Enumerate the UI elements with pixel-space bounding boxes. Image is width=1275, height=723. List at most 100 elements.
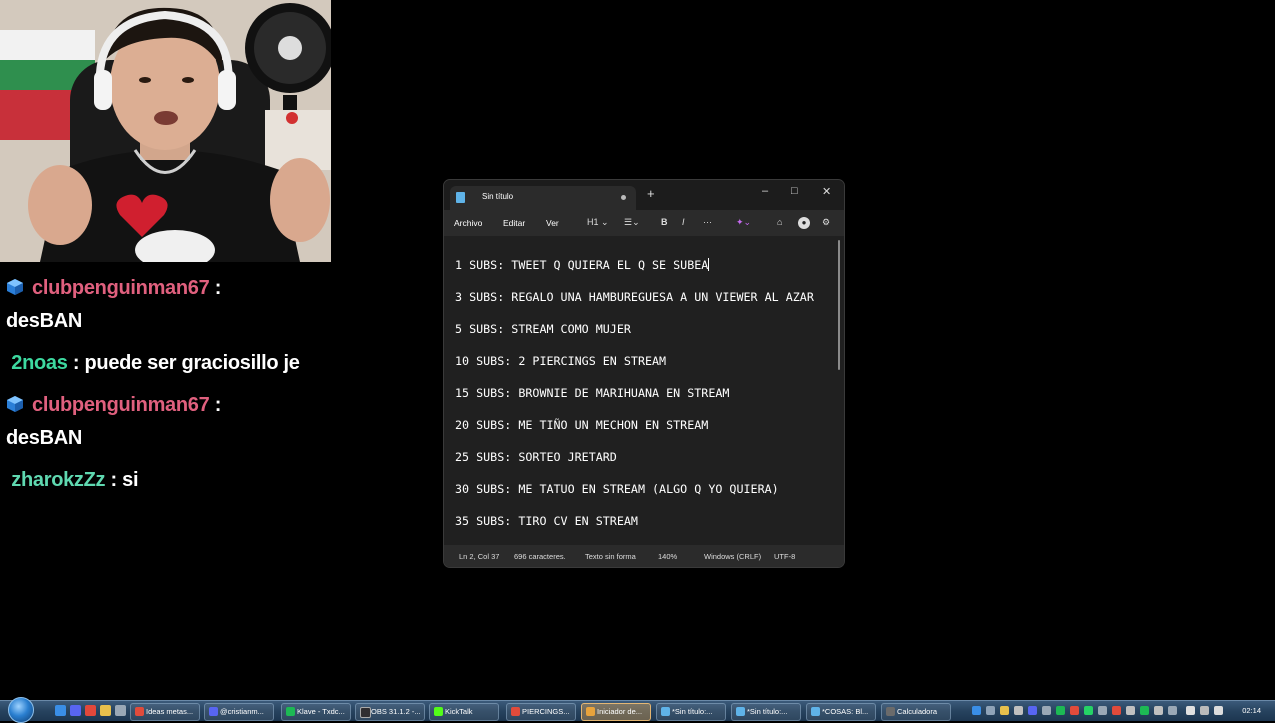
microphone-icon[interactable] [1186, 706, 1195, 715]
editor-line: 5 SUBS: STREAM COMO MUJER [455, 322, 631, 336]
chat-message: zharokzZz : si [6, 464, 326, 497]
chat-overlay: clubpenguinman67 : desBAN 2noas : puede … [6, 272, 326, 506]
notepad-icon [661, 707, 670, 716]
tray-icon[interactable] [1140, 706, 1149, 715]
text-editor[interactable]: 1 SUBS: TWEET Q QUIERA EL Q SE SUBEA 3 S… [444, 236, 844, 545]
bold-button[interactable]: B [661, 217, 668, 227]
tray-icon[interactable] [1126, 706, 1135, 715]
editor-line: 15 SUBS: BROWNIE DE MARIHUANA EN STREAM [455, 386, 730, 400]
chrome-icon[interactable] [85, 705, 96, 716]
editor-line: 30 SUBS: ME TATUO EN STREAM (ALGO Q YO Q… [455, 482, 779, 496]
start-button[interactable] [8, 697, 34, 723]
menu-file[interactable]: Archivo [454, 218, 482, 228]
chrome-icon [135, 707, 144, 716]
taskbar-button[interactable]: *COSAS: Bl... [806, 703, 876, 721]
notification-icon[interactable]: ⌂ [777, 217, 782, 227]
encoding[interactable]: UTF-8 [774, 552, 795, 561]
title-bar[interactable]: Sin título + – □ ✕ [444, 180, 844, 210]
italic-button[interactable]: I [682, 217, 685, 227]
editor-line: 25 SUBS: SORTEO JRETARD [455, 450, 617, 464]
taskbar-button-label: PIERCINGS... [522, 707, 570, 716]
tab-sin-titulo[interactable]: Sin título [450, 186, 636, 210]
new-tab-button[interactable]: + [647, 187, 655, 200]
webcam-feed [0, 0, 331, 262]
spotify-icon [286, 707, 295, 716]
calculator-icon [886, 707, 895, 716]
settings-icon[interactable]: ⚙ [822, 217, 830, 228]
tray-icon[interactable] [986, 706, 995, 715]
folder-icon[interactable] [100, 705, 111, 716]
whatsapp-icon[interactable] [1084, 706, 1093, 715]
line-ending[interactable]: Windows (CRLF) [704, 552, 761, 561]
taskbar-button[interactable]: @cristianm... [204, 703, 274, 721]
status-bar: Ln 2, Col 37 696 caracteres. Texto sin f… [444, 545, 844, 567]
tray-icon[interactable] [1070, 706, 1079, 715]
tray-icon[interactable] [1098, 706, 1107, 715]
tray-icon[interactable] [1154, 706, 1163, 715]
zoom-level[interactable]: 140% [658, 552, 677, 561]
cursor-position: Ln 2, Col 37 [459, 552, 500, 561]
chat-text: puede ser graciosillo je [84, 352, 300, 374]
close-button[interactable]: ✕ [822, 185, 831, 198]
tray-icon[interactable] [972, 706, 981, 715]
text-caret [708, 258, 710, 271]
editor-line: 1 SUBS: TWEET Q QUIERA EL Q SE SUBEA [455, 257, 835, 273]
taskbar-button[interactable]: *Sin título:... [656, 703, 726, 721]
taskbar-button[interactable]: Klave - Txdc... [281, 703, 351, 721]
tray-icon[interactable] [1056, 706, 1065, 715]
editor-line: 20 SUBS: ME TIÑO UN MECHON EN STREAM [455, 418, 709, 432]
heading-dropdown[interactable]: H1 ⌄ [587, 217, 609, 228]
maximize-button[interactable]: □ [791, 185, 798, 197]
edge-icon[interactable] [55, 705, 66, 716]
cube-badge-icon [7, 279, 23, 295]
notepad-icon [811, 707, 820, 716]
copilot-icon[interactable]: ✦⌄ [736, 217, 751, 228]
taskbar-button[interactable]: Iniciador de... [581, 703, 651, 721]
taskbar-button[interactable]: PIERCINGS... [506, 703, 576, 721]
taskbar-button[interactable]: Calculadora [881, 703, 951, 721]
cube-badge-icon [7, 396, 23, 412]
more-options-button[interactable]: ··· [703, 217, 712, 227]
chat-username: clubpenguinman67 [32, 277, 210, 299]
editor-line: 35 SUBS: TIRO CV EN STREAM [455, 514, 638, 528]
volume-icon[interactable] [1214, 706, 1223, 715]
unsaved-dot-icon[interactable] [621, 195, 626, 200]
kicktalk-icon [434, 707, 443, 716]
discord-icon [209, 707, 218, 716]
chat-text: si [122, 469, 139, 491]
taskbar-button-label: @cristianm... [220, 707, 264, 716]
network-icon[interactable] [1200, 706, 1209, 715]
chat-message: 2noas : puede ser graciosillo je [6, 347, 326, 380]
taskbar-button-label: *Sin título:... [672, 707, 713, 716]
minimize-button[interactable]: – [762, 185, 768, 197]
tray-icon[interactable] [1168, 706, 1177, 715]
list-icon[interactable]: ☰⌄ [624, 217, 640, 228]
taskbar-button[interactable]: OBS 31.1.2 -... [355, 703, 425, 721]
tray-icon[interactable] [1014, 706, 1023, 715]
taskbar-button-label: *Sin título:... [747, 707, 788, 716]
chat-separator: : [214, 394, 222, 416]
launcher-icon [586, 707, 595, 716]
app-icon[interactable] [115, 705, 126, 716]
editor-line: 3 SUBS: REGALO UNA HAMBUREGUESA A UN VIE… [455, 290, 814, 304]
discord-icon[interactable] [70, 705, 81, 716]
taskbar-button-label: Klave - Txdc... [297, 707, 345, 716]
vertical-scrollbar[interactable] [838, 240, 840, 370]
taskbar-button[interactable]: *Sin título:... [731, 703, 801, 721]
menu-bar: Archivo Editar Ver H1 ⌄ ☰⌄ B I ··· ✦⌄ ⌂ … [444, 210, 844, 236]
tray-icon[interactable] [1042, 706, 1051, 715]
taskbar-button[interactable]: KickTalk [429, 703, 499, 721]
taskbar-button-label: *COSAS: Bl... [822, 707, 869, 716]
chat-text: desBAN [6, 310, 82, 332]
account-icon[interactable]: ● [798, 217, 810, 229]
editor-line: 10 SUBS: 2 PIERCINGS EN STREAM [455, 354, 667, 368]
tray-icon[interactable] [1112, 706, 1121, 715]
menu-view[interactable]: Ver [546, 218, 559, 228]
clock[interactable]: 02:14 [1242, 706, 1261, 715]
tray-icon[interactable] [1000, 706, 1009, 715]
text-format[interactable]: Texto sin forma [585, 552, 636, 561]
notepad-icon [456, 192, 465, 203]
menu-edit[interactable]: Editar [503, 218, 525, 228]
taskbar-button[interactable]: Ideas metas... [130, 703, 200, 721]
tray-icon[interactable] [1028, 706, 1037, 715]
